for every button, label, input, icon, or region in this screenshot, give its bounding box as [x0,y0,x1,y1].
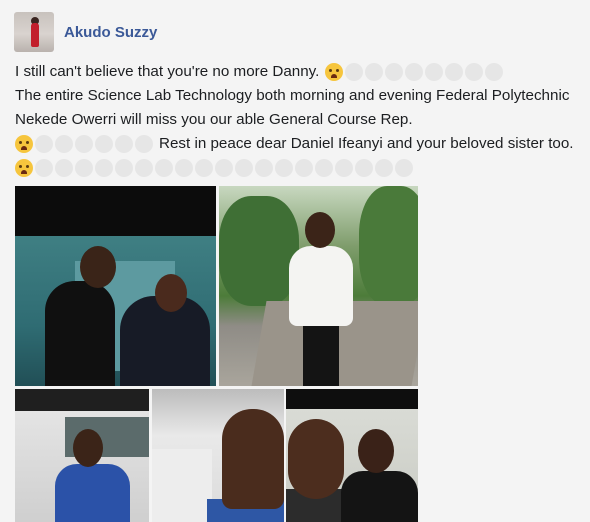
crying-face-icon [325,63,344,81]
post-line-3: Nekede Owerri will miss you our able Gen… [15,108,580,132]
emoji-placeholder-icon [75,159,93,177]
emoji-placeholder-icon [375,159,393,177]
emoji-placeholder-icon [445,63,464,81]
post-line-5 [15,156,580,180]
emoji-placeholder-icon [55,135,73,153]
emoji-placeholder-icon [35,159,53,177]
emoji-placeholder-icon [465,63,484,81]
post-line-1: I still can't believe that you're no mor… [15,60,580,84]
emoji-placeholder-icon [135,159,153,177]
emoji-placeholder-icon [95,135,113,153]
emoji-placeholder-icon [235,159,253,177]
post-photo-4[interactable] [152,389,284,522]
emoji-placeholder-icon [365,63,384,81]
emoji-placeholder-icon [315,159,333,177]
emoji-placeholder-icon [355,159,373,177]
emoji-placeholder-icon [175,159,193,177]
post-line-2-text: The entire Science Lab Technology both m… [15,87,570,104]
post-photo-5[interactable] [286,389,418,522]
emoji-placeholder-icon [115,135,133,153]
emoji-placeholder-icon [275,159,293,177]
emoji-placeholder-icon [485,63,504,81]
emoji-placeholder-icon [335,159,353,177]
crying-face-icon [15,159,33,177]
post-photo-1[interactable] [15,186,216,386]
emoji-placeholder-icon [395,159,413,177]
emoji-placeholder-icon [75,135,93,153]
emoji-placeholder-icon [135,135,153,153]
emoji-placeholder-icon [385,63,404,81]
post-line-1-text: I still can't believe that you're no mor… [15,63,320,80]
emoji-placeholder-icon [55,159,73,177]
emoji-placeholder-icon [215,159,233,177]
emoji-placeholder-icon [95,159,113,177]
post-line-4-text: Rest in peace dear Daniel Ifeanyi and yo… [159,135,574,152]
emoji-placeholder-icon [425,63,444,81]
emoji-placeholder-icon [405,63,424,81]
post-line-3-text: Nekede Owerri will miss you our able Gen… [15,111,413,128]
post-photo-3[interactable] [15,389,149,522]
post-line-4: Rest in peace dear Daniel Ifeanyi and yo… [15,132,580,156]
emoji-placeholder-icon [345,63,364,81]
author-name[interactable]: Akudo Suzzy [64,24,157,41]
emoji-placeholder-icon [155,159,173,177]
emoji-placeholder-icon [195,159,213,177]
crying-face-icon [15,135,33,153]
emoji-placeholder-icon [35,135,53,153]
post-photo-2[interactable] [219,186,418,386]
post-line-2: The entire Science Lab Technology both m… [15,84,580,108]
author-avatar[interactable] [14,12,54,52]
emoji-placeholder-icon [115,159,133,177]
emoji-placeholder-icon [255,159,273,177]
emoji-placeholder-icon [295,159,313,177]
post-header: Akudo Suzzy [14,12,157,52]
post-text: I still can't believe that you're no mor… [15,60,580,180]
